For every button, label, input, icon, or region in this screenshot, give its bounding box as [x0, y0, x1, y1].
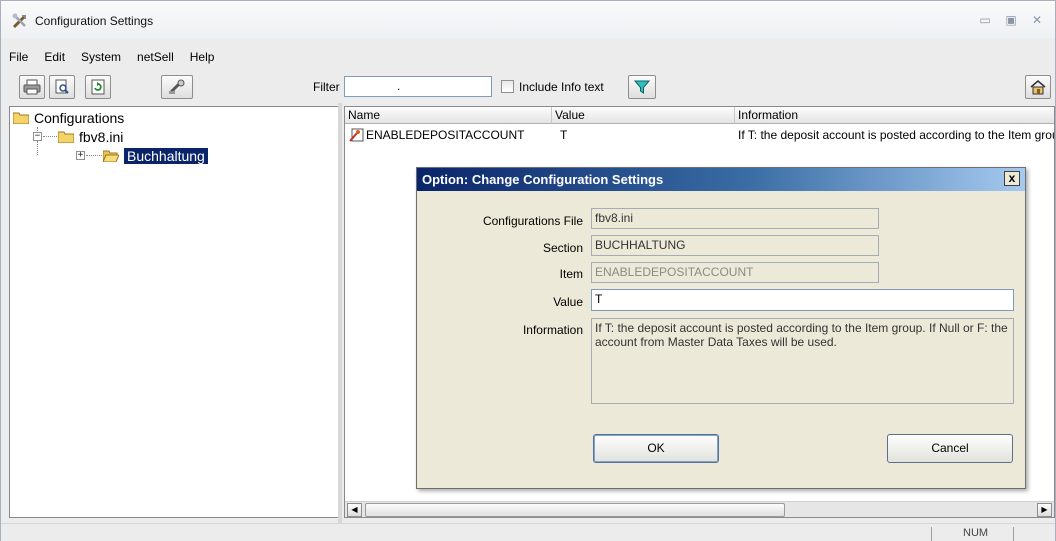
include-info-checkbox[interactable]	[501, 80, 514, 93]
tree-node-fbv8[interactable]: fbv8.ini	[58, 128, 123, 146]
menu-bar: File Edit System netSell Help	[1, 47, 222, 67]
column-name[interactable]: Name	[345, 107, 552, 124]
status-divider	[1013, 527, 1014, 541]
print-preview-button[interactable]	[49, 75, 75, 99]
tree-connector	[37, 141, 38, 155]
apply-filter-button[interactable]	[628, 75, 656, 99]
preview-icon	[55, 79, 69, 94]
configuration-tree: Configurations − fbv8.ini + Buchhaltung	[9, 106, 339, 518]
dialog-title-bar: Option: Change Configuration Settings x	[417, 168, 1025, 191]
column-information[interactable]: Information	[735, 107, 1054, 124]
pane-splitter[interactable]	[338, 103, 342, 523]
cancel-button[interactable]: Cancel	[887, 434, 1013, 463]
home-icon	[1030, 80, 1046, 95]
status-bar: NUM	[1, 523, 1055, 541]
filter-input[interactable]: .	[344, 76, 492, 97]
value-label: Value	[553, 295, 583, 309]
folder-icon	[13, 112, 29, 124]
tree-connector	[43, 136, 57, 137]
item-label: Item	[559, 267, 583, 281]
configurations-file-field: fbv8.ini	[591, 208, 879, 229]
row-name: ENABLEDEPOSITACCOUNT	[366, 128, 525, 142]
dialog-title: Option: Change Configuration Settings	[422, 172, 664, 187]
collapse-icon[interactable]: −	[33, 132, 42, 141]
ok-button[interactable]: OK	[593, 434, 719, 463]
refresh-button[interactable]	[85, 75, 111, 99]
window-controls: ▭ ▣ ✕	[979, 13, 1043, 27]
tree-label-section: Buchhaltung	[124, 148, 208, 164]
menu-netsell[interactable]: netSell	[129, 47, 182, 67]
menu-system[interactable]: System	[73, 47, 129, 67]
column-value[interactable]: Value	[552, 107, 735, 124]
settings-button[interactable]	[161, 75, 193, 99]
home-button[interactable]	[1025, 75, 1051, 99]
open-folder-icon	[103, 150, 119, 162]
tools-icon	[12, 13, 26, 29]
toolbar: Filter . Include Info text	[1, 73, 1055, 103]
tree-node-buchhaltung[interactable]: Buchhaltung	[103, 147, 208, 165]
change-settings-dialog: Option: Change Configuration Settings x …	[416, 167, 1026, 489]
include-info-label[interactable]: Include Info text	[519, 80, 604, 94]
section-label: Section	[542, 241, 583, 255]
maximize-icon[interactable]: ▣	[1005, 13, 1017, 27]
table-row[interactable]: ENABLEDEPOSITACCOUNT T If T: the deposit…	[345, 126, 1054, 144]
menu-edit[interactable]: Edit	[36, 47, 73, 67]
status-divider	[931, 527, 932, 541]
funnel-icon	[634, 80, 650, 94]
value-input[interactable]: T	[591, 289, 1014, 311]
tree-connector	[86, 155, 102, 156]
row-value: T	[560, 128, 568, 142]
title-bar: Configuration Settings ▭ ▣ ✕	[1, 1, 1055, 39]
window-title: Configuration Settings	[35, 14, 154, 28]
menu-help[interactable]: Help	[182, 47, 223, 67]
filter-label: Filter	[313, 80, 340, 94]
menu-file[interactable]: File	[1, 47, 36, 67]
horizontal-scrollbar[interactable]: ◀ ▶	[345, 501, 1054, 517]
scroll-left-icon[interactable]: ◀	[347, 503, 362, 517]
minimize-icon[interactable]: ▭	[979, 13, 991, 27]
setting-item-icon	[349, 128, 364, 142]
information-label: Information	[522, 323, 583, 337]
folder-icon	[58, 131, 74, 143]
list-header: Name Value Information	[345, 107, 1054, 124]
print-button[interactable]	[19, 75, 45, 99]
tree-label-configurations: Configurations	[34, 110, 125, 126]
dialog-close-button[interactable]: x	[1004, 171, 1020, 186]
tree-node-configurations[interactable]: Configurations	[13, 109, 124, 127]
information-field: If T: the deposit account is posted acco…	[591, 318, 1014, 404]
scroll-right-icon[interactable]: ▶	[1037, 503, 1052, 517]
row-information: If T: the deposit account is posted acco…	[738, 128, 1054, 142]
wrench-icon	[169, 79, 185, 94]
close-icon[interactable]: ✕	[1031, 13, 1043, 27]
scrollbar-thumb[interactable]	[365, 503, 785, 517]
refresh-icon	[91, 79, 105, 95]
section-field: BUCHHALTUNG	[591, 235, 879, 256]
tree-label-file: fbv8.ini	[79, 129, 124, 145]
main-window: Configuration Settings ▭ ▣ ✕ File Edit S…	[0, 0, 1056, 541]
item-field: ENABLEDEPOSITACCOUNT	[591, 262, 879, 283]
expand-icon[interactable]: +	[76, 151, 85, 160]
configurations-file-label: Configurations File	[482, 214, 583, 228]
status-num: NUM	[963, 527, 989, 539]
printer-icon	[23, 79, 41, 95]
